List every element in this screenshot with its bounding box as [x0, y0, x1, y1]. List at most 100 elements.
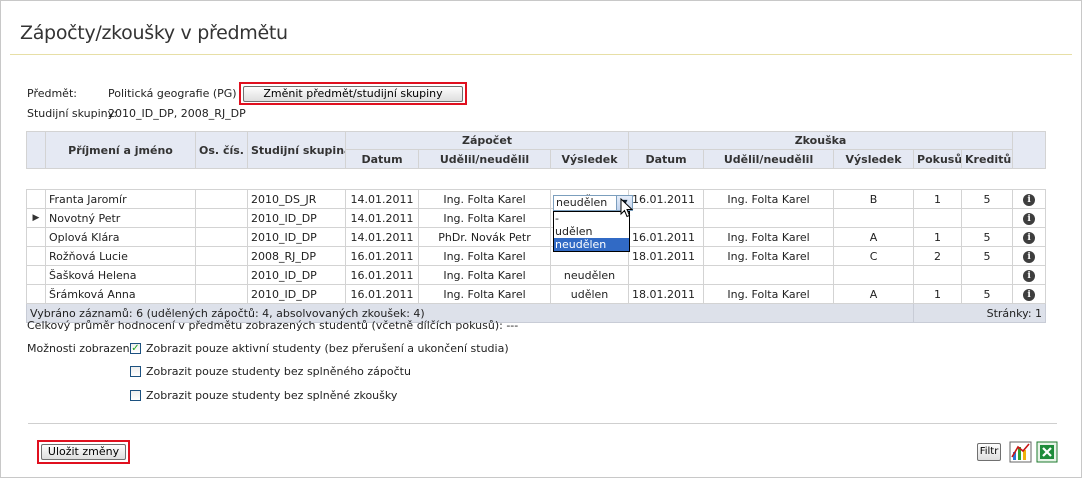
header-id[interactable]: Os. čís. — [195, 131, 248, 169]
subject-label: Předmět: — [27, 87, 77, 100]
title-divider — [10, 54, 1072, 55]
option-none[interactable]: - — [554, 212, 629, 225]
row-info-button[interactable]: i — [1012, 227, 1047, 247]
cell-zapocet-date[interactable]: 14.01.2011 — [345, 227, 419, 247]
cell-attempts[interactable]: 1 — [913, 189, 963, 209]
option-label-no-credit[interactable]: Zobrazit pouze studenty bez splněného zá… — [146, 365, 411, 378]
table-row[interactable]: ▶ Novotný Petr 2010_ID_DP 14.01.2011 Ing… — [26, 208, 1047, 228]
header-zkouska-by[interactable]: Udělil/neudělil — [703, 149, 835, 169]
cell-zkouska-by[interactable] — [703, 208, 835, 228]
header-zkouska-result[interactable]: Výsledek — [833, 149, 915, 169]
cell-attempts[interactable] — [913, 208, 963, 228]
row-info-button[interactable]: i — [1012, 208, 1047, 228]
cell-zkouska-date[interactable]: 16.01.2011 — [628, 189, 705, 209]
cell-attempts[interactable] — [913, 265, 963, 285]
report-icon[interactable] — [1009, 441, 1033, 463]
cell-zapocet-result[interactable]: udělen — [549, 284, 630, 304]
cell-group: 2010_ID_DP — [247, 227, 346, 247]
cell-zkouska-by[interactable]: Ing. Folta Karel — [703, 189, 835, 209]
option-checkbox-active[interactable]: ✓ — [130, 343, 141, 354]
cell-zapocet-date[interactable]: 14.01.2011 — [345, 208, 419, 228]
header-zapocet-by[interactable]: Udělil/neudělil — [418, 149, 551, 169]
cell-zkouska-date[interactable]: 16.01.2011 — [628, 227, 705, 247]
save-button[interactable]: Uložit změny — [41, 444, 126, 460]
table-row[interactable]: Šašková Helena 2010_ID_DP 16.01.2011 Ing… — [26, 265, 1047, 285]
cell-zapocet-date[interactable]: 14.01.2011 — [345, 189, 419, 209]
info-icon[interactable]: i — [1023, 250, 1036, 263]
pages-indicator[interactable]: Stránky: 1 — [913, 303, 1047, 323]
cell-attempts[interactable]: 2 — [913, 246, 963, 266]
cell-zapocet-result[interactable]: neudělen — [549, 265, 630, 285]
cell-id — [195, 284, 248, 304]
cell-zapocet-by[interactable]: Ing. Folta Karel — [418, 189, 551, 209]
cell-zkouska-by[interactable]: Ing. Folta Karel — [703, 284, 835, 304]
cell-group: 2008_RJ_DP — [247, 246, 346, 266]
row-pointer — [26, 265, 46, 285]
cell-zapocet-by[interactable]: PhDr. Novák Petr — [418, 227, 551, 247]
row-info-button[interactable]: i — [1012, 189, 1047, 209]
header-zapocet-result[interactable]: Výsledek — [549, 149, 630, 169]
cell-zkouska-result[interactable]: A — [833, 284, 915, 304]
table-row[interactable]: Šrámková Anna 2010_ID_DP 16.01.2011 Ing.… — [26, 284, 1047, 304]
row-info-button[interactable]: i — [1012, 284, 1047, 304]
cell-zapocet-by[interactable]: Ing. Folta Karel — [418, 284, 551, 304]
bottom-divider — [28, 423, 1057, 424]
header-group[interactable]: Studijní skupina — [247, 131, 346, 169]
cell-attempts[interactable]: 1 — [913, 227, 963, 247]
cell-zapocet-by[interactable]: Ing. Folta Karel — [418, 208, 551, 228]
results-table: Příjmení a jméno Os. čís. Studijní skupi… — [25, 131, 1047, 323]
row-info-button[interactable]: i — [1012, 265, 1047, 285]
cell-zapocet-by[interactable]: Ing. Folta Karel — [418, 265, 551, 285]
option-granted[interactable]: udělen — [554, 225, 629, 238]
table-row[interactable]: Franta Jaromír 2010_DS_JR 14.01.2011 Ing… — [26, 189, 1047, 209]
info-icon[interactable]: i — [1023, 212, 1036, 225]
option-checkbox-no-exam[interactable] — [130, 390, 141, 401]
cell-zkouska-date[interactable] — [628, 208, 705, 228]
option-label-active[interactable]: Zobrazit pouze aktivní studenty (bez pře… — [146, 342, 509, 355]
header-name[interactable]: Příjmení a jméno — [45, 131, 196, 169]
info-icon[interactable]: i — [1023, 193, 1036, 206]
cell-zapocet-by[interactable]: Ing. Folta Karel — [418, 246, 551, 266]
cell-zkouska-date[interactable]: 18.01.2011 — [628, 284, 705, 304]
cell-zkouska-result[interactable]: B — [833, 189, 915, 209]
groups-label: Studijní skupiny: — [27, 107, 118, 120]
cell-credits: 5 — [961, 227, 1014, 247]
row-pointer — [26, 284, 46, 304]
filter-button[interactable]: Filtr — [977, 443, 1001, 461]
cell-zkouska-result[interactable]: C — [833, 246, 915, 266]
cell-zkouska-result[interactable] — [833, 265, 915, 285]
header-attempts[interactable]: Pokusů — [913, 149, 963, 169]
option-label-no-exam[interactable]: Zobrazit pouze studenty bez splněné zkou… — [146, 389, 397, 402]
excel-icon[interactable] — [1036, 441, 1058, 463]
change-subject-button[interactable]: Změnit předmět/studijní skupiny — [243, 86, 463, 102]
cell-zapocet-date[interactable]: 16.01.2011 — [345, 246, 419, 266]
header-credits[interactable]: Kreditů — [961, 149, 1014, 169]
row-info-button[interactable]: i — [1012, 246, 1047, 266]
cell-name: Oplová Klára — [45, 227, 196, 247]
cell-zkouska-date[interactable]: 18.01.2011 — [628, 246, 705, 266]
row-pointer — [26, 189, 46, 209]
cell-zkouska-date[interactable] — [628, 265, 705, 285]
cell-zkouska-result[interactable]: A — [833, 227, 915, 247]
cell-zkouska-by[interactable]: Ing. Folta Karel — [703, 246, 835, 266]
table-row[interactable]: Rožňová Lucie 2008_RJ_DP 16.01.2011 Ing.… — [26, 246, 1047, 266]
cell-id — [195, 246, 248, 266]
cell-zapocet-date[interactable]: 16.01.2011 — [345, 265, 419, 285]
header-zapocet-date[interactable]: Datum — [345, 149, 419, 169]
info-icon[interactable]: i — [1023, 288, 1036, 301]
cell-zkouska-by[interactable]: Ing. Folta Karel — [703, 227, 835, 247]
option-checkbox-no-credit[interactable] — [130, 366, 141, 377]
cell-attempts[interactable]: 1 — [913, 284, 963, 304]
average-summary: Celkový průměr hodnocení v předmětu zobr… — [27, 319, 519, 332]
result-select-options[interactable]: - udělen neudělen — [553, 211, 630, 252]
header-zkouska-date[interactable]: Datum — [628, 149, 705, 169]
info-icon[interactable]: i — [1023, 231, 1036, 244]
cell-zkouska-result[interactable] — [833, 208, 915, 228]
info-icon[interactable]: i — [1023, 269, 1036, 282]
cell-zkouska-by[interactable] — [703, 265, 835, 285]
cell-zapocet-date[interactable]: 16.01.2011 — [345, 284, 419, 304]
table-row[interactable]: Oplová Klára 2010_ID_DP 14.01.2011 PhDr.… — [26, 227, 1047, 247]
option-not-granted[interactable]: neudělen — [554, 238, 629, 251]
header-zkouska: Zkouška — [628, 131, 1014, 150]
page-title: Zápočty/zkoušky v předmětu — [20, 22, 288, 44]
